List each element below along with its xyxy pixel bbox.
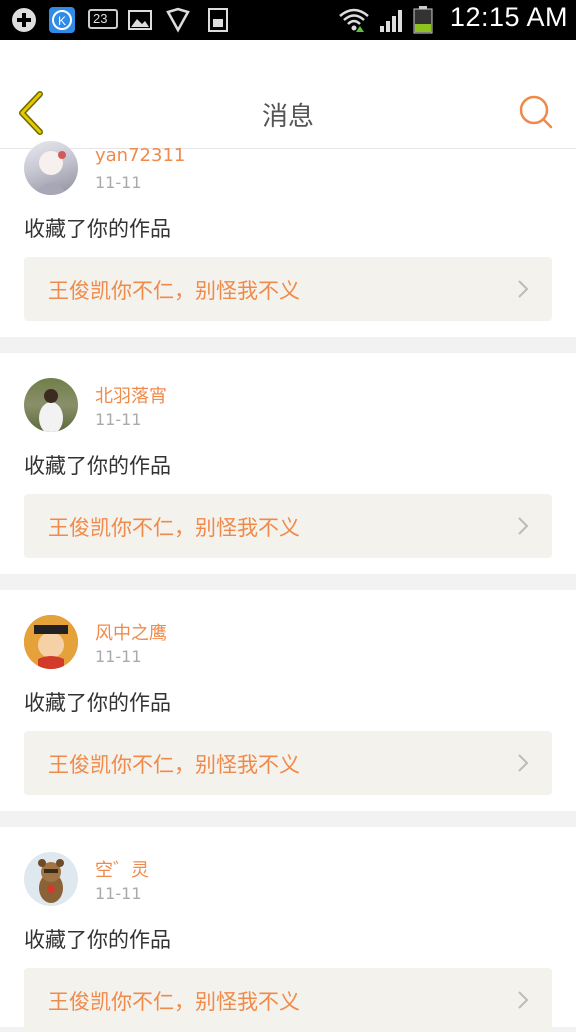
- message-item: 北羽落宵 11-11 收藏了你的作品 王俊凯你不仁，别怪我不义: [0, 353, 576, 574]
- username[interactable]: 北羽落宵: [95, 382, 167, 408]
- clock: 12:15 AM: [449, 2, 568, 32]
- avatar[interactable]: [24, 141, 78, 195]
- chevron-right-icon: [518, 754, 529, 772]
- message-item: 空゛灵 11-11 收藏了你的作品 王俊凯你不仁，别怪我不义: [0, 827, 576, 1032]
- raccoon-avatar-icon: [38, 859, 64, 903]
- add-circle-icon: [12, 8, 36, 32]
- work-link[interactable]: 王俊凯你不仁，别怪我不义: [24, 494, 552, 558]
- signal-icon: [380, 10, 402, 32]
- work-title: 王俊凯你不仁，别怪我不义: [48, 516, 300, 540]
- work-link[interactable]: 王俊凯你不仁，别怪我不义: [24, 968, 552, 1032]
- chevron-right-icon: [518, 517, 529, 535]
- notification-count: 23: [93, 11, 108, 26]
- message-date: 11-11: [95, 884, 142, 903]
- app-header: 消息: [0, 40, 576, 149]
- action-text: 收藏了你的作品: [24, 454, 171, 478]
- work-title: 王俊凯你不仁，别怪我不义: [48, 753, 300, 777]
- shield-icon: [166, 7, 190, 33]
- action-text: 收藏了你的作品: [24, 928, 171, 952]
- avatar[interactable]: [24, 852, 78, 906]
- page-title: 消息: [261, 102, 314, 132]
- calendar-icon: 23: [88, 9, 118, 29]
- svg-text:K: K: [58, 14, 66, 28]
- anime-avatar-icon: [34, 151, 68, 195]
- message-item: 风中之鹰 11-11 收藏了你的作品 王俊凯你不仁，别怪我不义: [0, 590, 576, 811]
- message-date: 11-11: [95, 647, 142, 666]
- action-text: 收藏了你的作品: [24, 691, 171, 715]
- message-date: 11-11: [95, 173, 142, 192]
- username[interactable]: yan72311: [95, 145, 185, 166]
- work-link[interactable]: 王俊凯你不仁，别怪我不义: [24, 731, 552, 795]
- username[interactable]: 风中之鹰: [95, 619, 167, 645]
- image-icon: [128, 10, 152, 30]
- username[interactable]: 空゛灵: [95, 856, 149, 882]
- avatar[interactable]: [24, 615, 78, 669]
- work-title: 王俊凯你不仁，别怪我不义: [48, 990, 300, 1014]
- wifi-icon: [339, 8, 369, 32]
- avatar[interactable]: [24, 378, 78, 432]
- cartoon-avatar-icon: [24, 615, 78, 669]
- message-item: yan72311 11-11 收藏了你的作品 王俊凯你不仁，别怪我不义: [0, 141, 576, 337]
- work-title: 王俊凯你不仁，别怪我不义: [48, 279, 300, 303]
- action-text: 收藏了你的作品: [24, 217, 171, 241]
- battery-icon: [413, 6, 433, 34]
- chevron-right-icon: [518, 280, 529, 298]
- sim-icon: [208, 8, 228, 32]
- message-date: 11-11: [95, 410, 142, 429]
- work-link[interactable]: 王俊凯你不仁，别怪我不义: [24, 257, 552, 321]
- status-bar: K 23 12:15 AM: [0, 0, 576, 40]
- search-icon[interactable]: [518, 94, 554, 130]
- chevron-right-icon: [518, 991, 529, 1009]
- person-photo-icon: [39, 389, 63, 432]
- kk-app-icon: K: [49, 7, 75, 33]
